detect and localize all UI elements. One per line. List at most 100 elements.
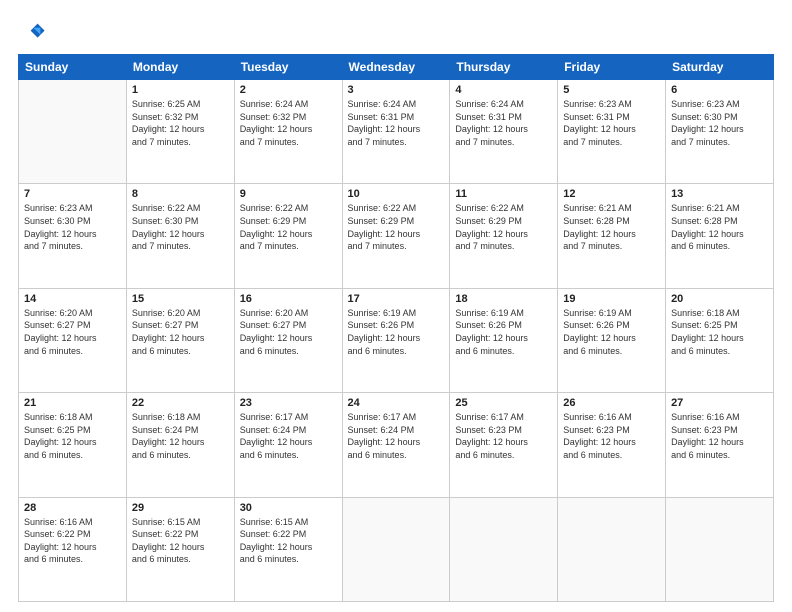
- day-cell: 18Sunrise: 6:19 AM Sunset: 6:26 PM Dayli…: [450, 288, 558, 392]
- day-number: 11: [455, 188, 552, 200]
- day-number: 18: [455, 293, 552, 305]
- col-header-thursday: Thursday: [450, 55, 558, 80]
- day-info: Sunrise: 6:18 AM Sunset: 6:25 PM Dayligh…: [24, 411, 121, 461]
- day-cell: 29 Sunrise: 6:15 AM Sunset: 6:22 PM Dayli…: [126, 497, 234, 601]
- col-header-monday: Monday: [126, 55, 234, 80]
- day-cell: 11 Sunrise: 6:22 AM Sunset: 6:29 PM Dayli…: [450, 184, 558, 288]
- day-number: 19: [563, 293, 660, 305]
- day-cell: 13 Sunrise: 6:21 AM Sunset: 6:28 PM Dayli…: [666, 184, 774, 288]
- day-cell: 12Sunrise: 6:21 AM Sunset: 6:28 PM Dayli…: [558, 184, 666, 288]
- col-header-friday: Friday: [558, 55, 666, 80]
- col-header-tuesday: Tuesday: [234, 55, 342, 80]
- day-cell: 3 Sunrise: 6:24 AM Sunset: 6:31 PM Daylig…: [342, 80, 450, 184]
- day-cell: [558, 497, 666, 601]
- day-cell: [666, 497, 774, 601]
- week-row-4: 21Sunrise: 6:18 AM Sunset: 6:25 PM Dayli…: [19, 393, 774, 497]
- page: SundayMondayTuesdayWednesdayThursdayFrid…: [0, 0, 792, 612]
- day-info: Sunrise: 6:22 AM Sunset: 6:30 PM Dayligh…: [132, 202, 229, 252]
- week-row-1: 1 Sunrise: 6:25 AM Sunset: 6:32 PM Daylig…: [19, 80, 774, 184]
- day-cell: 30 Sunrise: 6:15 AM Sunset: 6:22 PM Dayli…: [234, 497, 342, 601]
- day-number: 5: [563, 84, 660, 96]
- day-number: 4: [455, 84, 552, 96]
- day-info: Sunrise: 6:22 AM Sunset: 6:29 PM Dayligh…: [240, 202, 337, 252]
- day-cell: [19, 80, 127, 184]
- day-number: 15: [132, 293, 229, 305]
- day-cell: 24Sunrise: 6:17 AM Sunset: 6:24 PM Dayli…: [342, 393, 450, 497]
- week-row-5: 28 Sunrise: 6:16 AM Sunset: 6:22 PM Dayli…: [19, 497, 774, 601]
- logo-icon: [18, 18, 46, 46]
- logo: [18, 18, 50, 46]
- day-info: Sunrise: 6:17 AM Sunset: 6:23 PM Dayligh…: [455, 411, 552, 461]
- day-cell: 6 Sunrise: 6:23 AM Sunset: 6:30 PM Daylig…: [666, 80, 774, 184]
- day-cell: 17 Sunrise: 6:19 AM Sunset: 6:26 PM Dayli…: [342, 288, 450, 392]
- day-info: Sunrise: 6:19 AM Sunset: 6:26 PM Dayligh…: [348, 307, 445, 357]
- day-info: Sunrise: 6:23 AM Sunset: 6:31 PM Dayligh…: [563, 98, 660, 148]
- day-number: 16: [240, 293, 337, 305]
- day-info: Sunrise: 6:20 AM Sunset: 6:27 PM Dayligh…: [240, 307, 337, 357]
- day-info: Sunrise: 6:24 AM Sunset: 6:31 PM Dayligh…: [348, 98, 445, 148]
- week-row-3: 14Sunrise: 6:20 AM Sunset: 6:27 PM Dayli…: [19, 288, 774, 392]
- day-info: Sunrise: 6:16 AM Sunset: 6:22 PM Dayligh…: [24, 516, 121, 566]
- day-number: 30: [240, 502, 337, 514]
- day-cell: 2 Sunrise: 6:24 AM Sunset: 6:32 PM Daylig…: [234, 80, 342, 184]
- day-info: Sunrise: 6:18 AM Sunset: 6:25 PM Dayligh…: [671, 307, 768, 357]
- day-info: Sunrise: 6:16 AM Sunset: 6:23 PM Dayligh…: [563, 411, 660, 461]
- day-number: 6: [671, 84, 768, 96]
- calendar: SundayMondayTuesdayWednesdayThursdayFrid…: [18, 54, 774, 602]
- day-info: Sunrise: 6:16 AM Sunset: 6:23 PM Dayligh…: [671, 411, 768, 461]
- day-number: 1: [132, 84, 229, 96]
- day-cell: 21Sunrise: 6:18 AM Sunset: 6:25 PM Dayli…: [19, 393, 127, 497]
- header: [18, 18, 774, 46]
- week-row-2: 7 Sunrise: 6:23 AM Sunset: 6:30 PM Daylig…: [19, 184, 774, 288]
- day-info: Sunrise: 6:15 AM Sunset: 6:22 PM Dayligh…: [132, 516, 229, 566]
- day-info: Sunrise: 6:19 AM Sunset: 6:26 PM Dayligh…: [563, 307, 660, 357]
- day-cell: 9 Sunrise: 6:22 AM Sunset: 6:29 PM Daylig…: [234, 184, 342, 288]
- day-number: 13: [671, 188, 768, 200]
- day-number: 28: [24, 502, 121, 514]
- day-info: Sunrise: 6:17 AM Sunset: 6:24 PM Dayligh…: [240, 411, 337, 461]
- day-cell: 7 Sunrise: 6:23 AM Sunset: 6:30 PM Daylig…: [19, 184, 127, 288]
- day-cell: 15 Sunrise: 6:20 AM Sunset: 6:27 PM Dayli…: [126, 288, 234, 392]
- day-info: Sunrise: 6:25 AM Sunset: 6:32 PM Dayligh…: [132, 98, 229, 148]
- day-number: 25: [455, 397, 552, 409]
- day-cell: 16 Sunrise: 6:20 AM Sunset: 6:27 PM Dayli…: [234, 288, 342, 392]
- day-cell: 4 Sunrise: 6:24 AM Sunset: 6:31 PM Daylig…: [450, 80, 558, 184]
- day-info: Sunrise: 6:15 AM Sunset: 6:22 PM Dayligh…: [240, 516, 337, 566]
- day-cell: 23 Sunrise: 6:17 AM Sunset: 6:24 PM Dayli…: [234, 393, 342, 497]
- day-number: 8: [132, 188, 229, 200]
- day-number: 10: [348, 188, 445, 200]
- day-cell: 22Sunrise: 6:18 AM Sunset: 6:24 PM Dayli…: [126, 393, 234, 497]
- day-number: 27: [671, 397, 768, 409]
- day-number: 9: [240, 188, 337, 200]
- day-cell: 10 Sunrise: 6:22 AM Sunset: 6:29 PM Dayli…: [342, 184, 450, 288]
- day-number: 7: [24, 188, 121, 200]
- day-number: 17: [348, 293, 445, 305]
- day-cell: 1 Sunrise: 6:25 AM Sunset: 6:32 PM Daylig…: [126, 80, 234, 184]
- day-info: Sunrise: 6:17 AM Sunset: 6:24 PM Dayligh…: [348, 411, 445, 461]
- day-cell: [342, 497, 450, 601]
- day-info: Sunrise: 6:18 AM Sunset: 6:24 PM Dayligh…: [132, 411, 229, 461]
- day-cell: [450, 497, 558, 601]
- day-number: 29: [132, 502, 229, 514]
- day-info: Sunrise: 6:24 AM Sunset: 6:32 PM Dayligh…: [240, 98, 337, 148]
- day-info: Sunrise: 6:22 AM Sunset: 6:29 PM Dayligh…: [348, 202, 445, 252]
- day-number: 26: [563, 397, 660, 409]
- day-cell: 25 Sunrise: 6:17 AM Sunset: 6:23 PM Dayli…: [450, 393, 558, 497]
- col-header-wednesday: Wednesday: [342, 55, 450, 80]
- day-info: Sunrise: 6:23 AM Sunset: 6:30 PM Dayligh…: [671, 98, 768, 148]
- day-cell: 20Sunrise: 6:18 AM Sunset: 6:25 PM Dayli…: [666, 288, 774, 392]
- day-info: Sunrise: 6:24 AM Sunset: 6:31 PM Dayligh…: [455, 98, 552, 148]
- day-info: Sunrise: 6:22 AM Sunset: 6:29 PM Dayligh…: [455, 202, 552, 252]
- day-info: Sunrise: 6:23 AM Sunset: 6:30 PM Dayligh…: [24, 202, 121, 252]
- day-cell: 26 Sunrise: 6:16 AM Sunset: 6:23 PM Dayli…: [558, 393, 666, 497]
- day-number: 12: [563, 188, 660, 200]
- day-info: Sunrise: 6:21 AM Sunset: 6:28 PM Dayligh…: [671, 202, 768, 252]
- day-info: Sunrise: 6:20 AM Sunset: 6:27 PM Dayligh…: [132, 307, 229, 357]
- day-cell: 14Sunrise: 6:20 AM Sunset: 6:27 PM Dayli…: [19, 288, 127, 392]
- day-number: 2: [240, 84, 337, 96]
- col-header-sunday: Sunday: [19, 55, 127, 80]
- day-number: 3: [348, 84, 445, 96]
- day-info: Sunrise: 6:20 AM Sunset: 6:27 PM Dayligh…: [24, 307, 121, 357]
- day-number: 23: [240, 397, 337, 409]
- day-cell: 28 Sunrise: 6:16 AM Sunset: 6:22 PM Dayli…: [19, 497, 127, 601]
